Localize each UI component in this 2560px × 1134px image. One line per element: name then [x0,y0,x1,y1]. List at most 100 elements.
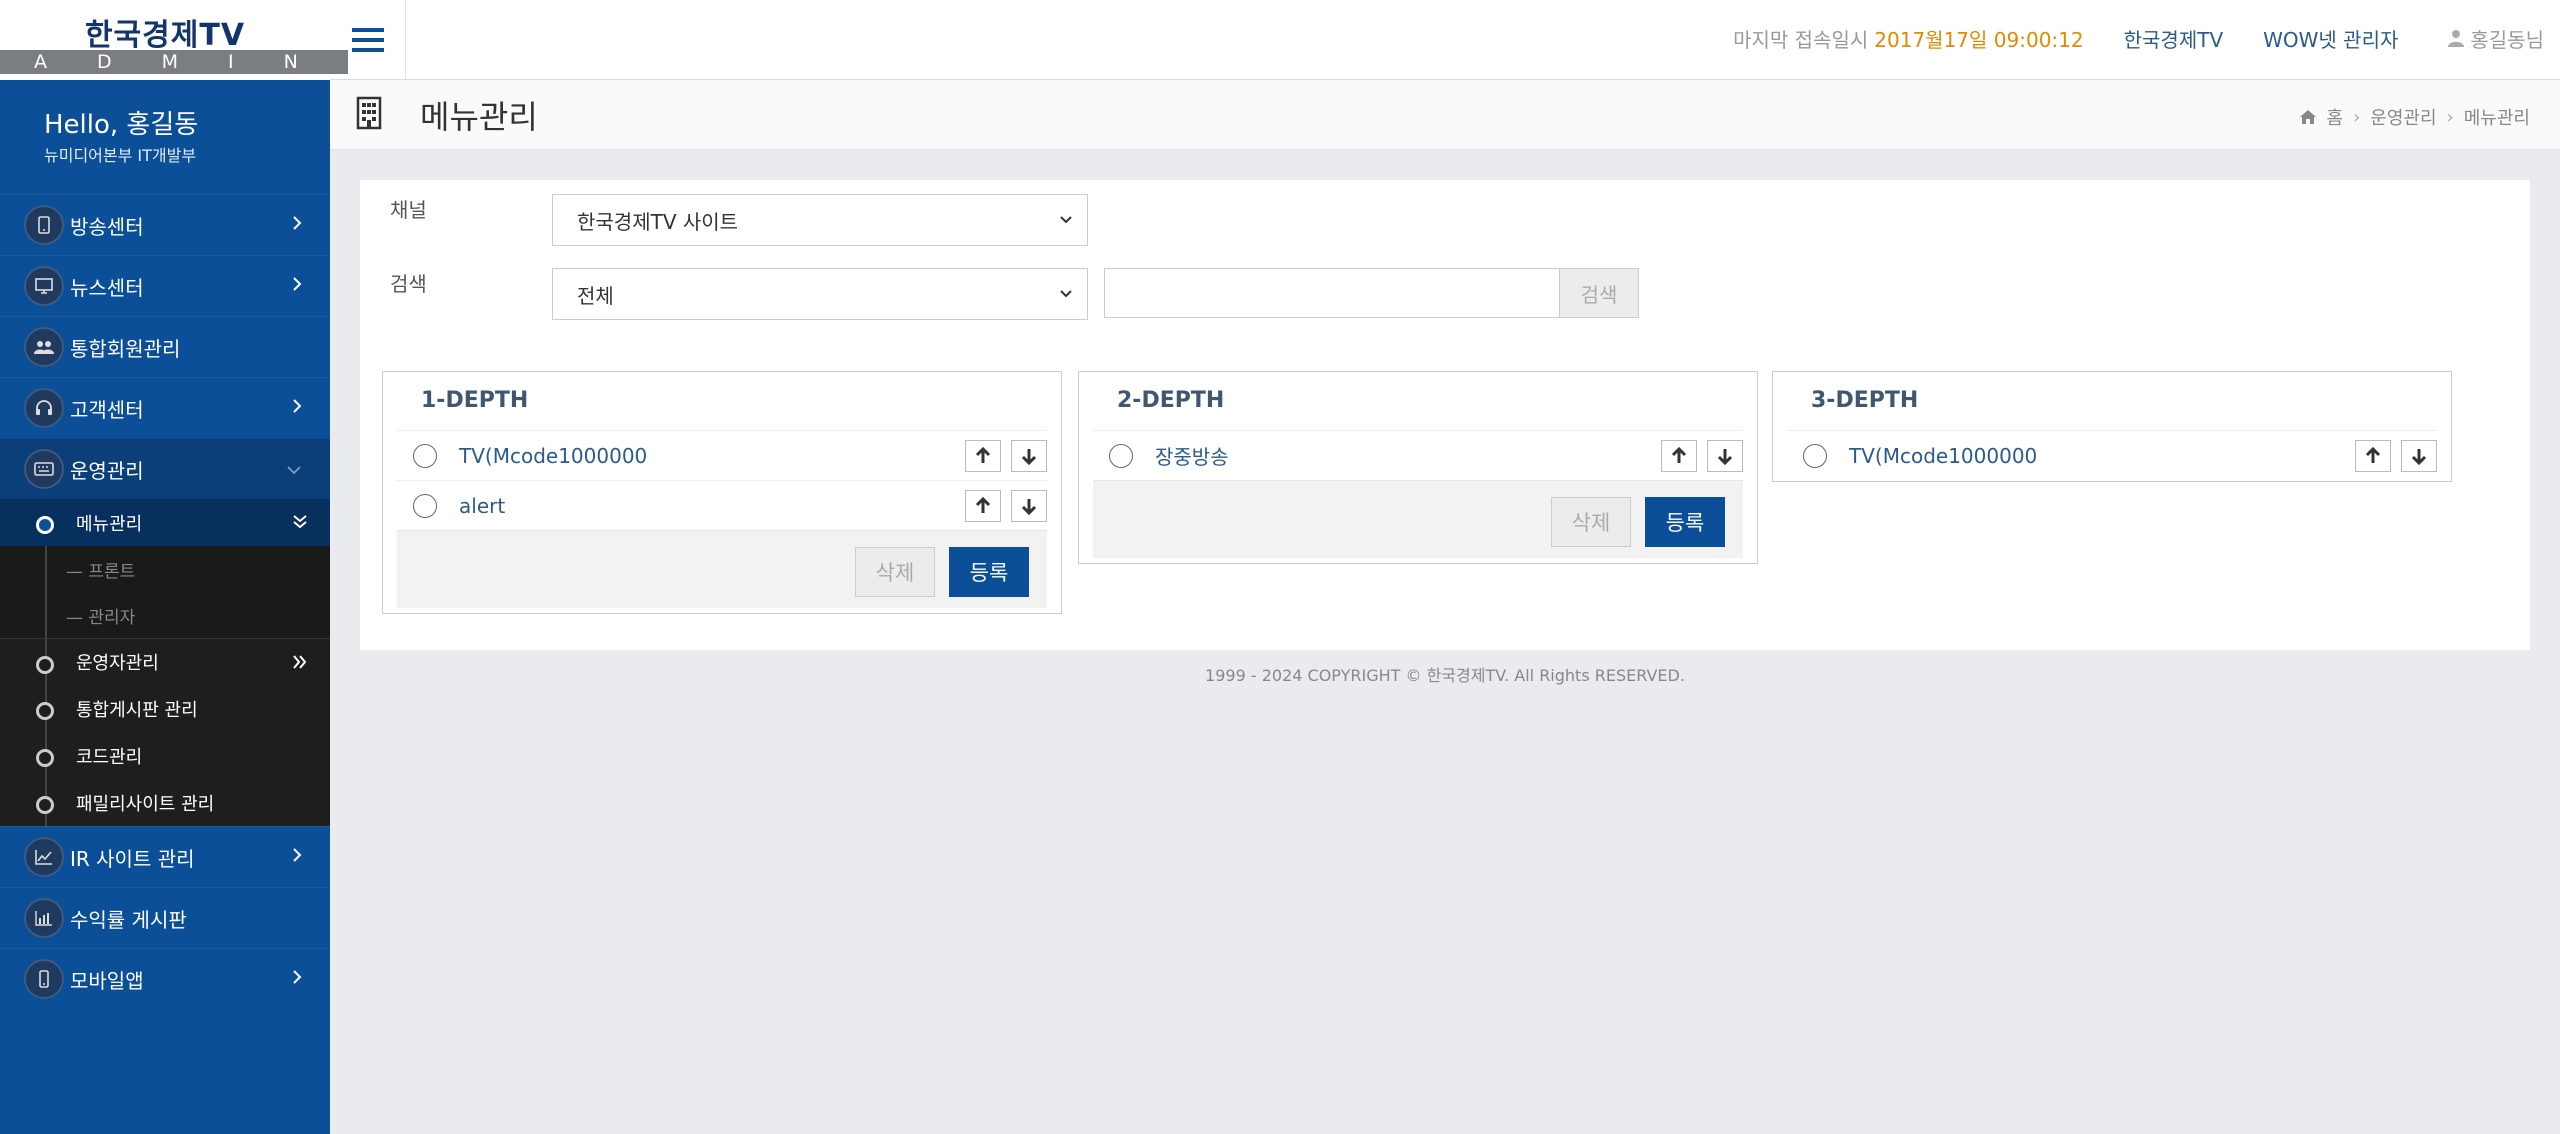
sidebar-item-news[interactable]: 뉴스센터 [0,255,330,316]
menu-toggle-button[interactable] [330,0,406,80]
sidebar-item-label: 운영관리 [70,458,144,483]
breadcrumb-operations[interactable]: 운영관리 [2370,104,2436,130]
arrow-up-icon [975,447,991,463]
submenu-item-label: 통합게시판 관리 [76,699,198,721]
user-icon [2448,30,2465,47]
submenu-item-label: — 관리자 [66,607,136,628]
delete-button[interactable]: 삭제 [1551,497,1631,547]
depth1-title: 1-DEPTH [421,388,529,413]
sidebar-item-label: IR 사이트 관리 [70,846,195,871]
search-input[interactable] [1104,268,1560,318]
move-up-button[interactable] [965,440,1001,472]
user-name: 홍길동님 [2470,27,2544,52]
sidebar-item-ir-site[interactable]: IR 사이트 관리 [0,826,330,887]
list-item: alert [397,480,1047,530]
move-down-button[interactable] [1707,440,1743,472]
bullet-icon [36,796,54,814]
register-button[interactable]: 등록 [949,547,1029,597]
move-down-button[interactable] [1011,490,1047,522]
depth3-radio-1[interactable] [1803,443,1827,468]
submenu-item-label: — 프론트 [66,561,136,582]
sidebar-item-operations[interactable]: 운영관리 [0,438,330,499]
depth2-actions: 삭제 등록 [1093,480,1743,558]
sidebar-item-customer[interactable]: 고객센터 [0,377,330,438]
list-item-label[interactable]: 장중방송 [1155,441,1229,470]
search-type-value: 전체 [577,283,614,308]
submenu-item-label: 메뉴관리 [76,513,143,535]
list-item: TV(Mcode1000000 [1787,430,2437,480]
bullet-icon [36,749,54,767]
mobile-icon [24,959,64,999]
chevron-down-icon [1060,290,1072,298]
depth1-panel: 1-DEPTH TV(Mcode1000000 alert 삭제 등록 [382,371,1062,614]
last-login-value: 2017월17일 09:00:12 [1874,27,2084,52]
breadcrumb-home[interactable]: 홈 [2327,104,2344,130]
submenu-item-admin[interactable]: — 관리자 [0,592,330,638]
list-item: 장중방송 [1093,430,1743,480]
keyboard-icon [24,449,64,489]
search-button[interactable]: 검색 [1559,268,1639,318]
submenu-item-code-management[interactable]: 코드관리 [0,732,330,779]
greeting: Hello, 홍길동 [44,110,199,140]
sidebar-item-broadcast[interactable]: 방송센터 [0,194,330,255]
submenu-item-operator-management[interactable]: 운영자관리 [0,638,330,685]
submenu-item-family-site[interactable]: 패밀리사이트 관리 [0,779,330,826]
move-up-button[interactable] [1661,440,1697,472]
arrow-down-icon [1021,449,1037,465]
logo-admin-strip: ADMIN [0,50,348,74]
arrow-up-icon [975,497,991,513]
operations-submenu: 메뉴관리 — 프론트 — 관리자 운영자관리 통합게시판 관리 코드관리 패밀리… [0,499,330,826]
channel-select[interactable]: 한국경제TV 사이트 [552,194,1088,246]
user-menu[interactable]: 홍길동님 [2448,24,2544,53]
sidebar-item-label: 방송센터 [70,214,144,239]
submenu-item-front[interactable]: — 프론트 [0,546,330,592]
chevron-right-icon [293,399,302,413]
move-up-button[interactable] [2355,440,2391,472]
depth1-radio-2[interactable] [413,493,437,518]
move-up-button[interactable] [965,490,1001,522]
sidebar-item-yield-board[interactable]: 수익률 게시판 [0,887,330,948]
link-hankyung-tv[interactable]: 한국경제TV [2124,24,2224,53]
bullet-icon [36,656,54,674]
breadcrumb-separator-icon: › [2353,106,2361,128]
channel-label: 채널 [390,198,427,222]
submenu-item-label: 패밀리사이트 관리 [76,793,215,815]
depth2-radio-1[interactable] [1109,443,1133,468]
list-item-label[interactable]: TV(Mcode1000000 [1849,444,2037,468]
chevron-right-icon [293,277,302,291]
depth1-radio-1[interactable] [413,443,437,468]
building-icon [356,96,382,130]
breadcrumb-current: 메뉴관리 [2463,108,2530,129]
breadcrumb-separator-icon: › [2446,106,2454,128]
list-item-label[interactable]: TV(Mcode1000000 [459,444,647,468]
register-button[interactable]: 등록 [1645,497,1725,547]
move-down-button[interactable] [2401,440,2437,472]
chevron-down-icon [1060,216,1072,224]
bar-chart-icon [24,898,64,938]
channel-select-value: 한국경제TV 사이트 [577,209,739,234]
home-icon [2299,110,2316,124]
logo-admin-text: ADMIN [0,50,348,74]
arrow-down-icon [1717,449,1733,465]
sidebar-item-members[interactable]: 통합회원관리 [0,316,330,377]
top-right-info: 마지막 접속일시 2017월17일 09:00:12 한국경제TV WOW넷 관… [1733,0,2544,76]
department: 뉴미디어본부 IT개발부 [44,146,197,165]
submenu-item-board-management[interactable]: 통합게시판 관리 [0,685,330,732]
users-icon [24,327,64,367]
logo[interactable]: 한국경제TV ADMIN [0,0,348,80]
sidebar-item-mobile-app[interactable]: 모바일앱 [0,948,330,1009]
search-type-select[interactable]: 전체 [552,268,1088,320]
move-down-button[interactable] [1011,440,1047,472]
page-title: 메뉴관리 [420,98,538,136]
monitor-icon [24,266,64,306]
link-wownet-admin[interactable]: WOW넷 관리자 [2263,24,2398,53]
last-login-label: 마지막 접속일시 [1733,27,1869,52]
delete-button[interactable]: 삭제 [855,547,935,597]
bullet-icon [36,702,54,720]
arrow-up-icon [1671,447,1687,463]
submenu-item-menu-management[interactable]: 메뉴관리 [0,499,330,546]
headset-icon [24,388,64,428]
list-item-label[interactable]: alert [459,494,505,518]
bullet-icon [36,516,54,534]
sidebar-item-label: 통합회원관리 [70,336,181,361]
